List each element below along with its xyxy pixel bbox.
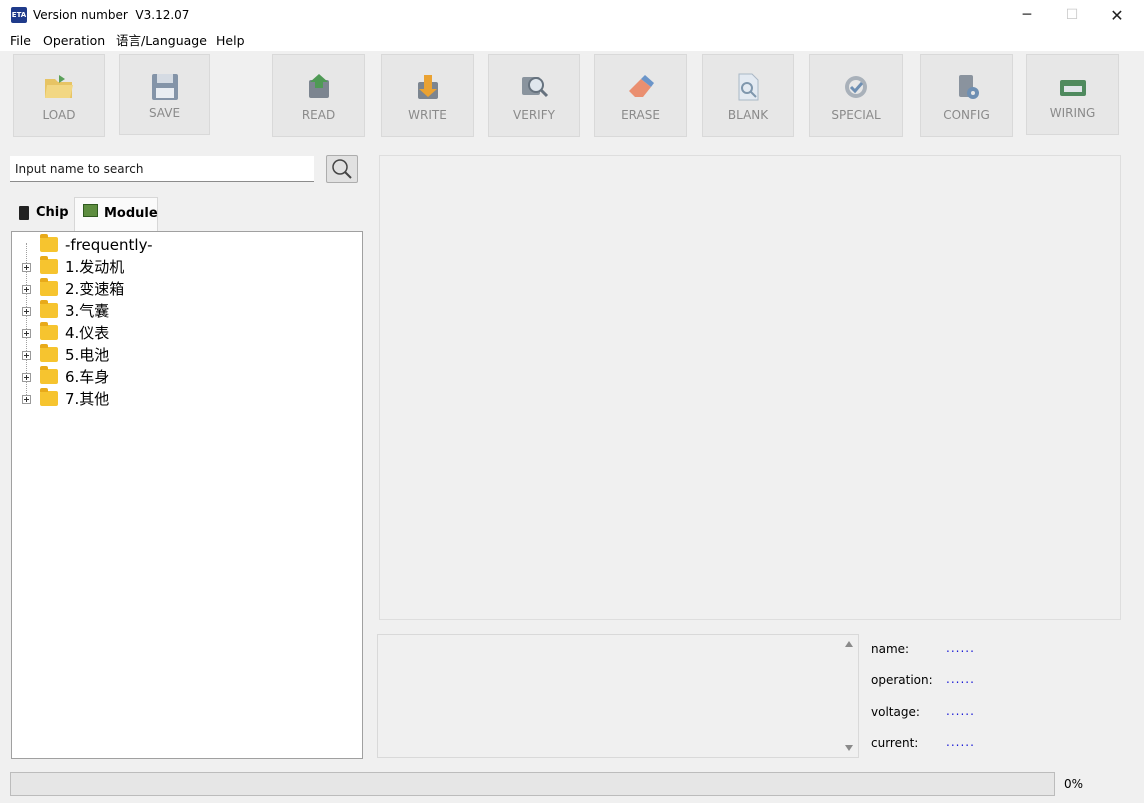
info-voltage-value: ......: [946, 704, 975, 718]
wiring-label: WIRING: [1049, 106, 1096, 120]
folder-open-icon: [45, 75, 73, 98]
tree-item-dashboard[interactable]: 4.仪表: [12, 322, 342, 344]
config-button[interactable]: CONFIG: [920, 54, 1013, 137]
tree-item-label: 5.电池: [65, 346, 110, 364]
menu-file[interactable]: File: [10, 33, 31, 49]
tree-item-label: 1.发动机: [65, 258, 125, 276]
log-scrollbar[interactable]: [841, 635, 858, 757]
scroll-up-icon[interactable]: [845, 641, 853, 647]
load-label: LOAD: [42, 108, 76, 122]
special-button[interactable]: SPECIAL: [809, 54, 903, 137]
menu-bar: File Operation 语言/Language Help: [0, 31, 1144, 51]
read-label: READ: [301, 108, 336, 122]
verify-label: VERIFY: [513, 108, 555, 122]
progress-bar: [10, 772, 1055, 796]
tree-item-label: 3.气囊: [65, 302, 110, 320]
load-button[interactable]: LOAD: [13, 54, 105, 137]
folder-icon: [40, 278, 58, 296]
tree-item-battery[interactable]: 5.电池: [12, 344, 342, 366]
verify-button[interactable]: VERIFY: [488, 54, 580, 137]
scroll-down-icon[interactable]: [845, 745, 853, 751]
folder-icon: [40, 234, 58, 252]
info-current-value: ......: [946, 735, 975, 749]
expand-icon[interactable]: [22, 263, 31, 272]
tree-item-frequently[interactable]: -frequently-: [12, 234, 342, 256]
info-name-value: ......: [946, 641, 975, 655]
search-input[interactable]: [10, 156, 314, 182]
info-operation-label: operation:: [871, 673, 933, 687]
tree-item-engine[interactable]: 1.发动机: [12, 256, 342, 278]
tree-item-label: -frequently-: [65, 236, 153, 254]
floppy-disk-icon: [151, 74, 178, 100]
tab-module[interactable]: Module: [74, 197, 158, 231]
folder-icon: [40, 344, 58, 362]
module-tree: -frequently- 1.发动机 2.变速箱 3.气囊 4.仪表 5.电池 …: [11, 231, 363, 759]
save-label: SAVE: [148, 106, 181, 120]
erase-button[interactable]: ERASE: [594, 54, 687, 137]
tree-item-body[interactable]: 6.车身: [12, 366, 342, 388]
expand-icon[interactable]: [22, 285, 31, 294]
folder-icon: [40, 256, 58, 274]
info-voltage-label: voltage:: [871, 705, 920, 719]
chip-write-icon: [417, 75, 438, 99]
tab-chip[interactable]: Chip: [12, 197, 74, 231]
expand-icon[interactable]: [22, 373, 31, 382]
title-bar: ETA Version number V3.12.07 ─ ☐ ✕: [0, 0, 1144, 31]
log-panel[interactable]: [377, 634, 859, 758]
chip-read-icon: [308, 74, 329, 98]
window-title: Version number V3.12.07: [33, 8, 190, 22]
module-icon: [83, 204, 98, 217]
minimize-button[interactable]: ─: [1004, 0, 1050, 31]
expand-icon[interactable]: [22, 351, 31, 360]
info-operation-value: ......: [946, 672, 975, 686]
chip-icon: [19, 206, 29, 220]
tree-item-label: 7.其他: [65, 390, 110, 408]
write-button[interactable]: WRITE: [381, 54, 474, 137]
main-content-panel: [379, 155, 1121, 620]
folder-icon: [40, 322, 58, 340]
tree-item-airbag[interactable]: 3.气囊: [12, 300, 342, 322]
blank-page-icon: [738, 73, 759, 101]
blank-label: BLANK: [727, 108, 769, 122]
app-logo-icon: ETA: [11, 7, 27, 23]
folder-icon: [40, 388, 58, 406]
tree-tabs: Chip Module: [12, 197, 362, 231]
tree-item-label: 2.变速箱: [65, 280, 125, 298]
tab-chip-label: Chip: [36, 205, 69, 220]
search-icon: [332, 159, 352, 179]
config-label: CONFIG: [943, 108, 990, 122]
menu-help[interactable]: Help: [216, 33, 245, 49]
info-name-label: name:: [871, 642, 910, 656]
erase-label: ERASE: [621, 108, 660, 122]
tab-module-label: Module: [104, 206, 158, 221]
read-button[interactable]: READ: [272, 54, 365, 137]
special-label: SPECIAL: [831, 108, 881, 122]
tree-item-label: 4.仪表: [65, 324, 110, 342]
config-chip-icon: [958, 75, 979, 99]
folder-icon: [40, 366, 58, 384]
tree-item-transmission[interactable]: 2.变速箱: [12, 278, 342, 300]
menu-operation[interactable]: Operation: [43, 33, 105, 49]
expand-icon[interactable]: [22, 307, 31, 316]
tree-item-other[interactable]: 7.其他: [12, 388, 342, 410]
eraser-icon: [628, 75, 654, 97]
save-button[interactable]: SAVE: [119, 54, 210, 135]
menu-language[interactable]: 语言/Language: [116, 33, 207, 49]
blank-button[interactable]: BLANK: [702, 54, 794, 137]
close-button[interactable]: ✕: [1094, 0, 1140, 31]
search-button[interactable]: [326, 155, 358, 183]
expand-icon[interactable]: [22, 329, 31, 338]
write-label: WRITE: [408, 108, 447, 122]
magnifier-chip-icon: [522, 77, 549, 98]
gear-check-icon: [845, 76, 867, 98]
wiring-button[interactable]: WIRING: [1026, 54, 1119, 135]
expand-icon[interactable]: [22, 395, 31, 404]
folder-icon: [40, 300, 58, 318]
wiring-board-icon: [1059, 80, 1086, 96]
info-current-label: current:: [871, 736, 919, 750]
tree-item-label: 6.车身: [65, 368, 110, 386]
maximize-button[interactable]: ☐: [1049, 0, 1095, 31]
progress-percent: 0%: [1064, 777, 1084, 791]
